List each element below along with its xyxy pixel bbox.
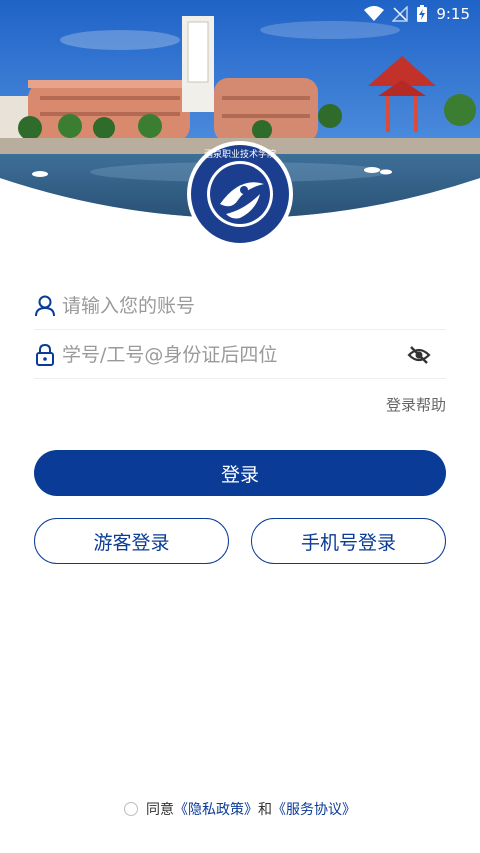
- agreement-prefix: 同意: [146, 802, 174, 818]
- battery-charging-icon: [416, 5, 428, 23]
- guest-login-button[interactable]: 游客登录: [34, 518, 229, 564]
- no-signal-icon: [392, 6, 409, 22]
- password-field[interactable]: [34, 331, 446, 379]
- agreement-and: 和: [258, 802, 272, 818]
- wifi-icon: [364, 6, 385, 22]
- privacy-policy-link[interactable]: 《隐私政策》: [174, 799, 258, 819]
- user-icon: [34, 294, 56, 318]
- phone-login-button[interactable]: 手机号登录: [251, 518, 446, 564]
- account-input[interactable]: [62, 294, 446, 317]
- lock-icon: [34, 343, 56, 367]
- status-time: 9:15: [436, 5, 470, 23]
- logo-text-top: 酒泉职业技术学院: [204, 148, 276, 160]
- eye-off-icon[interactable]: [406, 342, 432, 368]
- college-logo: 酒泉职业技术学院: [186, 140, 294, 248]
- status-bar: 9:15: [0, 0, 480, 28]
- password-input[interactable]: [62, 343, 406, 366]
- account-field[interactable]: [34, 282, 446, 330]
- service-agreement-link[interactable]: 《服务协议》: [272, 799, 356, 819]
- login-help-link[interactable]: 登录帮助: [386, 394, 446, 415]
- agreement-row: 同意 《隐私政策》 和 《服务协议》: [0, 799, 480, 819]
- login-button[interactable]: 登录: [34, 450, 446, 496]
- agree-radio[interactable]: [124, 802, 138, 816]
